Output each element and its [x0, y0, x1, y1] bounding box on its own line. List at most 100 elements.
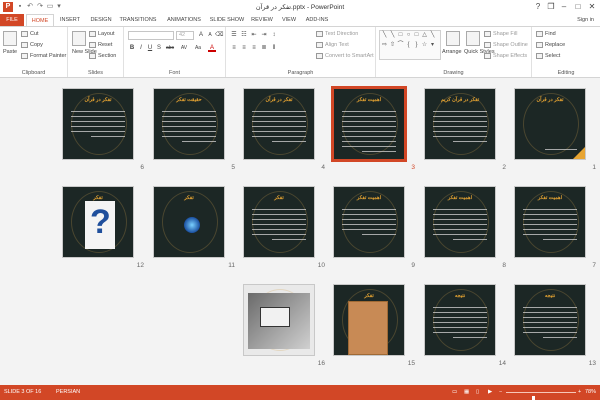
- tab-transitions[interactable]: TRANSITIONS: [118, 14, 158, 26]
- slide-sorter-view-icon[interactable]: ▦: [464, 385, 469, 400]
- maximize-button[interactable]: □: [572, 1, 584, 12]
- numbering-icon[interactable]: ☷: [240, 31, 248, 39]
- select-button[interactable]: Select: [536, 52, 560, 60]
- slideshow-view-icon[interactable]: ▶: [488, 385, 492, 400]
- cut-button[interactable]: Cut: [21, 30, 39, 38]
- decrease-indent-icon[interactable]: ⇤: [250, 31, 258, 39]
- zoom-slider-thumb[interactable]: [532, 396, 535, 400]
- rectangle-shape-icon[interactable]: □: [397, 32, 404, 39]
- bullets-icon[interactable]: ☰: [230, 31, 238, 39]
- tab-insert[interactable]: INSERT: [56, 14, 84, 26]
- zoom-out-button[interactable]: −: [499, 385, 502, 400]
- increase-indent-icon[interactable]: ⇥: [260, 31, 268, 39]
- shapes-gallery[interactable]: ╲ ╲ □ ○ □ △ ╲ ⇨ ⇧ ⌒ { } ☆ ▾: [379, 30, 441, 60]
- clear-formatting-button[interactable]: ⌫: [215, 31, 223, 39]
- line-shape-icon[interactable]: ╲: [381, 32, 388, 39]
- slide-thumbnail[interactable]: حقیقت تفکر: [153, 88, 225, 160]
- rectangle-shape-icon[interactable]: □: [413, 32, 420, 39]
- arrange-icon[interactable]: [446, 31, 460, 46]
- new-slide-icon[interactable]: [72, 31, 86, 46]
- oval-shape-icon[interactable]: ○: [405, 32, 412, 39]
- brace-shape-icon[interactable]: }: [413, 42, 420, 49]
- slide-thumbnail[interactable]: نتیجه: [514, 284, 586, 356]
- triangle-shape-icon[interactable]: △: [421, 32, 428, 39]
- tab-review[interactable]: REVIEW: [249, 14, 275, 26]
- arrow-shape-icon[interactable]: ⇧: [389, 42, 396, 49]
- reset-button[interactable]: Reset: [89, 41, 112, 49]
- paste-icon[interactable]: [3, 31, 17, 46]
- align-right-icon[interactable]: ≡: [250, 44, 258, 52]
- star-shape-icon[interactable]: ☆: [421, 42, 428, 49]
- strikethrough-button[interactable]: abc: [164, 44, 176, 52]
- convert-to-smartart-button[interactable]: Convert to SmartArt: [316, 52, 374, 60]
- tab-home[interactable]: HOME: [26, 14, 54, 26]
- layout-button[interactable]: Layout: [89, 30, 115, 38]
- arrow-shape-icon[interactable]: ⇨: [381, 42, 388, 49]
- language-indicator[interactable]: PERSIAN: [56, 385, 80, 400]
- find-button[interactable]: Find: [536, 30, 556, 38]
- minimize-button[interactable]: –: [558, 1, 570, 12]
- shape-effects-button[interactable]: Shape Effects: [484, 52, 527, 60]
- shrink-font-button[interactable]: A: [206, 31, 214, 39]
- underline-button[interactable]: U: [146, 44, 154, 52]
- slide-thumbnail[interactable]: تفکر در قرآن: [514, 88, 586, 160]
- font-color-button[interactable]: A: [208, 44, 216, 52]
- tab-add-ins[interactable]: ADD-INS: [303, 14, 331, 26]
- grow-font-button[interactable]: A: [197, 31, 205, 39]
- paste-button[interactable]: Paste: [3, 48, 17, 56]
- replace-button[interactable]: Replace: [536, 41, 565, 49]
- align-center-icon[interactable]: ≡: [240, 44, 248, 52]
- font-size-combobox[interactable]: 42: [176, 31, 194, 40]
- slide-sorter[interactable]: تفکر در قرآن 1 تفکر در قرآن کریم 2 اهمیت تفک…: [0, 78, 600, 385]
- slide-thumbnail[interactable]: [243, 284, 315, 356]
- font-name-combobox[interactable]: [128, 31, 174, 40]
- slide-thumbnail[interactable]: تفکر در قرآن: [62, 88, 134, 160]
- brace-shape-icon[interactable]: {: [405, 42, 412, 49]
- tab-file[interactable]: FILE: [0, 14, 24, 26]
- slide-thumbnail[interactable]: تفکر در قرآن کریم: [424, 88, 496, 160]
- tab-view[interactable]: VIEW: [279, 14, 299, 26]
- zoom-level[interactable]: 78%: [585, 385, 596, 400]
- text-direction-button[interactable]: Text Direction: [316, 30, 358, 38]
- change-case-button[interactable]: Aa: [192, 44, 204, 52]
- line-shape-icon[interactable]: ╲: [389, 32, 396, 39]
- tab-design[interactable]: DESIGN: [86, 14, 116, 26]
- slide-thumbnail[interactable]: تفکر: [243, 186, 315, 258]
- arrange-button[interactable]: Arrange: [442, 48, 462, 56]
- close-button[interactable]: ✕: [586, 1, 598, 12]
- slide-thumbnail[interactable]: اهمیت تفکر: [514, 186, 586, 258]
- shape-fill-button[interactable]: Shape Fill: [484, 30, 517, 38]
- slide-thumbnail[interactable]: تفکر?: [62, 186, 134, 258]
- curve-shape-icon[interactable]: ⌒: [397, 42, 404, 49]
- section-button[interactable]: Section: [89, 52, 116, 60]
- sign-in-link[interactable]: Sign in: [577, 14, 594, 26]
- character-spacing-button[interactable]: AV: [178, 44, 190, 52]
- shape-outline-button[interactable]: Shape Outline: [484, 41, 528, 49]
- format-painter-button[interactable]: Format Painter: [21, 52, 66, 60]
- copy-button[interactable]: Copy: [21, 41, 43, 49]
- slide-thumbnail[interactable]: اهمیت تفکر: [424, 186, 496, 258]
- line-spacing-icon[interactable]: ↕: [270, 31, 278, 39]
- quick-styles-icon[interactable]: [466, 31, 480, 46]
- slide-thumbnail[interactable]: اهمیت تفکر: [331, 86, 407, 162]
- align-left-icon[interactable]: ≡: [230, 44, 238, 52]
- italic-button[interactable]: I: [137, 44, 145, 52]
- help-button[interactable]: ?: [532, 1, 544, 12]
- reading-view-icon[interactable]: ▯: [476, 385, 479, 400]
- slide-thumbnail[interactable]: تفکر: [333, 284, 405, 356]
- line-shape-icon[interactable]: ╲: [429, 32, 436, 39]
- zoom-slider[interactable]: [506, 392, 576, 400]
- slide-thumbnail[interactable]: اهمیت تفکر: [333, 186, 405, 258]
- columns-icon[interactable]: ⫴: [270, 44, 278, 52]
- tab-slide-show[interactable]: SLIDE SHOW: [209, 14, 245, 26]
- slide-thumbnail[interactable]: نتیجه: [424, 284, 496, 356]
- bold-button[interactable]: B: [128, 44, 136, 52]
- ribbon-display-options-button[interactable]: ❐: [545, 1, 557, 12]
- text-shadow-button[interactable]: S: [155, 44, 163, 52]
- align-text-button[interactable]: Align Text: [316, 41, 349, 49]
- normal-view-icon[interactable]: ▭: [452, 385, 457, 400]
- slide-thumbnail[interactable]: تفکر: [153, 186, 225, 258]
- more-shapes-icon[interactable]: ▾: [429, 42, 436, 49]
- zoom-in-button[interactable]: +: [578, 385, 581, 400]
- slide-thumbnail[interactable]: تفکر در قرآن: [243, 88, 315, 160]
